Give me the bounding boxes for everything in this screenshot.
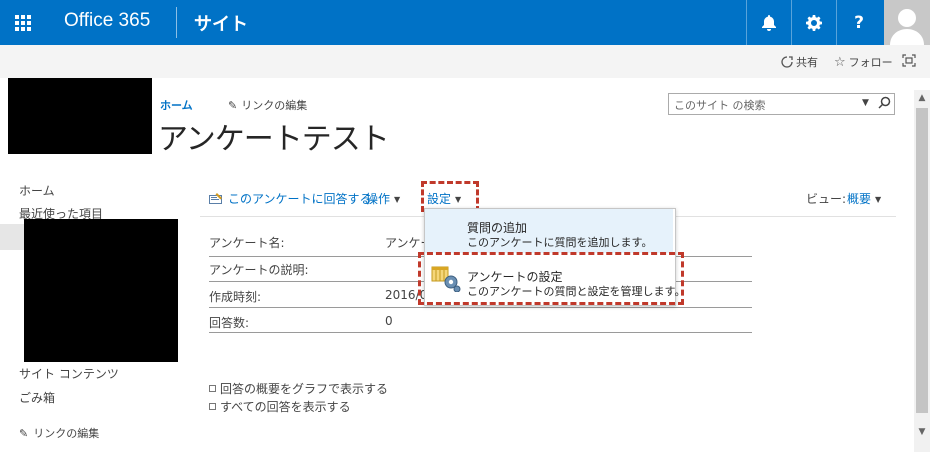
survey-name-label: アンケート名: [209,236,285,250]
quick-launch-recycle-bin[interactable]: ごみ箱 [19,389,55,406]
app-launcher-icon[interactable] [0,0,45,45]
view-selector[interactable]: 概要 ▼ [847,190,881,207]
bell-icon [762,14,776,31]
quick-launch-selection [0,224,24,250]
quick-launch-edit-links[interactable]: ✎ リンクの編集 [19,425,99,441]
focus-icon [902,54,916,67]
graphical-summary-label: 回答の概要をグラフで表示する [220,382,389,396]
show-all-responses-link[interactable]: すべての回答を表示する [209,398,351,415]
person-icon [890,9,924,45]
follow-label: フォロー [848,56,893,69]
scrollbar-thumb[interactable] [916,108,928,413]
row-divider [209,307,752,308]
expand-icon [209,385,216,392]
quick-launch-redacted [24,219,178,362]
share-button[interactable]: 共有 [781,54,818,70]
caret-down-icon: ▼ [394,195,401,204]
quick-launch-home[interactable]: ホーム [19,182,55,199]
survey-description-label: アンケートの説明: [209,263,309,277]
caret-down-icon: ▼ [875,195,882,204]
quick-launch-edit-links-label: リンクの編集 [33,427,100,440]
search-scope-dropdown-icon[interactable]: ▼ [862,98,869,108]
help-button[interactable]: ? [836,0,881,45]
response-count-label: 回答数: [209,316,250,330]
gear-icon [806,14,822,31]
edit-links-label: リンクの編集 [241,99,308,112]
edit-links-top[interactable]: ✎ リンクの編集 [228,97,307,113]
site-link[interactable]: サイト [194,10,248,36]
scroll-down-icon[interactable]: ▼ [914,424,930,440]
user-avatar[interactable] [884,0,930,45]
breadcrumb-home[interactable]: ホーム [160,97,193,113]
star-icon: ☆ [834,54,846,70]
pencil-icon: ✎ [228,98,238,112]
follow-button[interactable]: ☆ フォロー [834,54,893,70]
respond-icon [209,193,222,204]
add-question-description: このアンケートに質問を追加します。 [467,236,653,249]
share-icon [781,56,793,68]
suite-divider [176,7,177,38]
all-responses-label: すべての回答を表示する [220,400,351,414]
respond-survey-button[interactable]: このアンケートに回答する [209,190,372,207]
search-icon[interactable] [878,96,891,112]
expand-icon [209,403,216,410]
actions-menu[interactable]: 操作 ▼ [366,190,400,207]
page-title: アンケートテスト [158,122,390,157]
share-label: 共有 [796,56,818,69]
notifications-button[interactable] [746,0,791,45]
app-title[interactable]: Office 365 [64,10,150,32]
focus-content-button[interactable] [902,54,916,70]
row-divider [209,332,752,333]
quick-launch-site-contents[interactable]: サイト コンテンツ [19,365,119,382]
actions-label: 操作 [366,192,391,206]
scroll-up-icon[interactable]: ▲ [914,90,930,106]
search-placeholder: このサイト の検索 [674,99,766,112]
pencil-icon: ✎ [19,426,29,440]
site-logo-redacted [8,78,152,154]
show-graphical-summary-link[interactable]: 回答の概要をグラフで表示する [209,380,388,397]
view-value: 概要 [847,192,872,206]
settings-button[interactable] [791,0,836,45]
created-label: 作成時刻: [209,290,262,304]
survey-settings-highlight [418,252,684,305]
view-label: ビュー: [806,192,847,206]
response-count-value: 0 [385,314,393,328]
respond-survey-label: このアンケートに回答する [228,192,372,206]
